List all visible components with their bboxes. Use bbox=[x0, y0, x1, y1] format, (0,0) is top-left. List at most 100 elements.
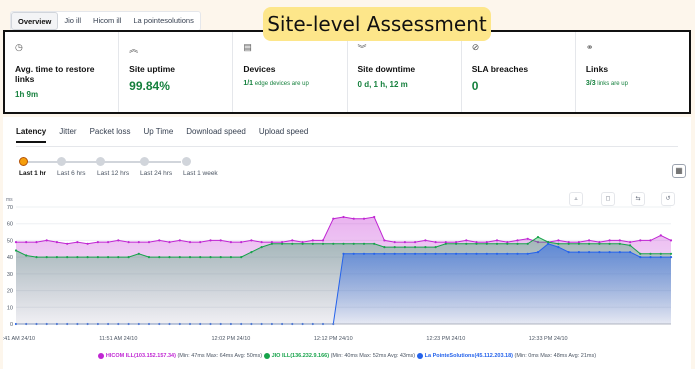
data-point bbox=[526, 242, 529, 245]
data-point bbox=[332, 242, 335, 245]
data-point bbox=[321, 239, 325, 242]
data-point bbox=[414, 241, 417, 244]
data-point bbox=[178, 239, 181, 242]
data-point bbox=[659, 234, 662, 237]
data-point bbox=[383, 239, 386, 242]
data-point bbox=[35, 256, 38, 259]
data-point bbox=[403, 246, 406, 249]
data-point bbox=[250, 251, 253, 254]
data-point bbox=[209, 239, 212, 242]
x-tick-label: 11:51 AM 24/10 bbox=[99, 336, 137, 342]
chart-legend: HICOM ILL(103.152.157.34) (Min: 47ms Max… bbox=[3, 353, 691, 359]
chevrons-up-icon: ︽ bbox=[129, 44, 139, 54]
y-tick-label: 10 bbox=[7, 305, 13, 311]
y-tick-label: 0 bbox=[10, 322, 13, 328]
data-point bbox=[434, 241, 437, 244]
data-point bbox=[137, 252, 140, 255]
legend-item-hicom[interactable]: HICOM ILL(103.152.157.34) (Min: 47ms Max… bbox=[97, 353, 262, 359]
data-point bbox=[577, 251, 581, 254]
kpi-label: Links bbox=[585, 64, 609, 74]
kpi-label: Site downtime bbox=[357, 64, 416, 74]
tab-jio-ill[interactable]: Jio ill bbox=[58, 12, 87, 30]
data-point bbox=[414, 252, 417, 255]
site-tabs: Overview Jio ill Hicom ill La pointesolu… bbox=[10, 11, 201, 31]
kpi-value: 3/3 links are up bbox=[585, 80, 628, 87]
data-point bbox=[291, 242, 294, 245]
data-point bbox=[342, 242, 345, 245]
data-point bbox=[495, 252, 499, 255]
tab-overview[interactable]: Overview bbox=[11, 12, 59, 30]
data-point bbox=[35, 241, 38, 244]
device-icon: ▤ bbox=[243, 42, 252, 52]
data-point bbox=[229, 256, 232, 259]
data-point bbox=[567, 251, 570, 254]
data-point bbox=[342, 252, 345, 255]
kpi-value: 99.84% bbox=[129, 79, 170, 93]
data-point bbox=[669, 239, 673, 242]
y-tick-label: 50 bbox=[7, 238, 13, 244]
data-point bbox=[107, 241, 110, 244]
data-point bbox=[465, 242, 468, 245]
kpi-label: Devices bbox=[243, 64, 276, 74]
data-point bbox=[669, 252, 673, 255]
data-point bbox=[352, 242, 355, 245]
data-point bbox=[14, 249, 18, 252]
data-point bbox=[414, 246, 417, 249]
legend-item-lapointe[interactable]: La PointeSolutions(45.112.203.18) (Min: … bbox=[416, 353, 596, 359]
kpi-value: 0 bbox=[471, 79, 479, 93]
tab-hicom-ill[interactable]: Hicom ill bbox=[87, 12, 127, 30]
data-point bbox=[506, 252, 509, 255]
data-point bbox=[107, 256, 110, 259]
data-point bbox=[629, 244, 632, 247]
data-point bbox=[618, 239, 621, 242]
data-point bbox=[393, 252, 396, 255]
data-point bbox=[516, 239, 519, 242]
x-tick-label: 12:33 PM 24/10 bbox=[529, 336, 568, 342]
data-point bbox=[66, 242, 69, 245]
data-point bbox=[475, 252, 478, 255]
data-point bbox=[127, 241, 130, 244]
data-point bbox=[649, 252, 652, 255]
data-point bbox=[301, 242, 304, 245]
data-point bbox=[495, 239, 499, 242]
kpi-site-uptime: ︽ Site uptime 99.84% bbox=[119, 32, 234, 112]
data-point bbox=[526, 237, 529, 240]
data-point bbox=[659, 252, 662, 255]
legend-item-jio[interactable]: JIO ILL(136.232.9.166) (Min: 40ms Max: 5… bbox=[263, 353, 415, 359]
data-point bbox=[485, 242, 488, 245]
data-point bbox=[567, 242, 570, 245]
data-point bbox=[362, 242, 366, 245]
data-point bbox=[639, 252, 642, 255]
data-point bbox=[403, 241, 406, 244]
metrics-panel: Latency Jitter Packet loss Up Time Downl… bbox=[3, 117, 691, 369]
y-tick-label: 30 bbox=[7, 272, 13, 278]
tab-la-pointesolutions[interactable]: La pointesolutions bbox=[127, 12, 199, 30]
data-point bbox=[547, 242, 550, 245]
data-point bbox=[383, 246, 386, 249]
data-point bbox=[117, 239, 120, 242]
data-point bbox=[209, 256, 212, 259]
data-point bbox=[434, 246, 437, 249]
kpi-summary: ◷ Avg. time to restore links 1h 9m ︽ Sit… bbox=[3, 30, 691, 114]
data-point bbox=[281, 242, 284, 245]
data-point bbox=[403, 252, 406, 255]
kpi-devices: ▤ Devices 1/1 edge devices are up bbox=[233, 32, 348, 112]
data-point bbox=[516, 252, 519, 255]
kpi-links: ⚭ Links 3/3 links are up bbox=[576, 32, 689, 112]
data-point bbox=[629, 241, 632, 244]
data-point bbox=[178, 256, 181, 259]
data-point bbox=[219, 239, 222, 242]
data-point bbox=[260, 246, 263, 249]
data-point bbox=[240, 256, 243, 259]
data-point bbox=[240, 241, 243, 244]
data-point bbox=[270, 242, 273, 245]
data-point bbox=[434, 252, 437, 255]
data-point bbox=[117, 256, 120, 259]
kpi-site-downtime: ︾ Site downtime 0 d, 1 h, 12 m bbox=[348, 32, 462, 112]
kpi-label: SLA breaches bbox=[471, 64, 529, 74]
data-point bbox=[127, 256, 130, 259]
data-point bbox=[557, 242, 560, 245]
y-tick-label: 40 bbox=[7, 255, 13, 261]
y-axis-label: ms bbox=[6, 197, 13, 203]
data-point bbox=[76, 256, 79, 259]
